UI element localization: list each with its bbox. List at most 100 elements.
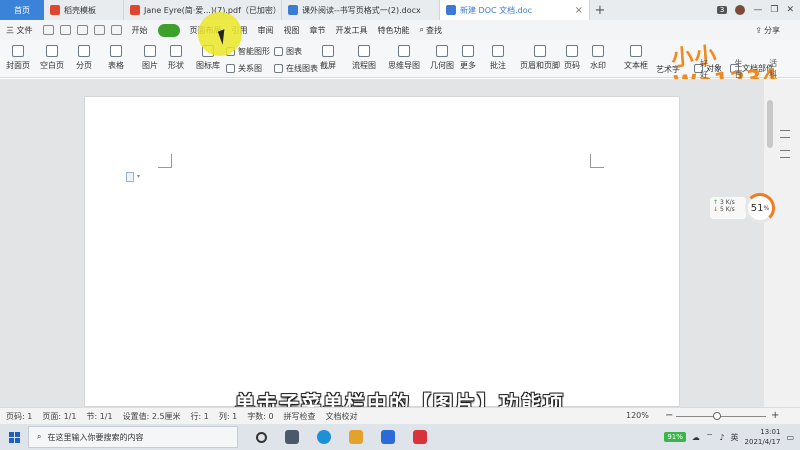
status-word-count[interactable]: 字数: 0	[247, 411, 273, 422]
online-chart-icon	[274, 64, 283, 73]
search-button[interactable]: ⌕ 查找	[420, 25, 442, 36]
cloud-icon[interactable]: ☁	[692, 433, 700, 442]
file-explorer-icon[interactable]	[349, 430, 363, 444]
undo-icon[interactable]	[93, 25, 105, 35]
blank-page-icon	[46, 45, 58, 57]
mindmap-icon	[398, 45, 410, 57]
zoom-slider-handle[interactable]	[712, 412, 721, 420]
tab-count-badge[interactable]: 3	[716, 6, 728, 14]
ribbon-blank-page[interactable]: 空白页	[40, 45, 64, 71]
tab-label: 稻壳模板	[64, 5, 96, 15]
relation-chart-icon	[226, 64, 235, 73]
menu-item-features[interactable]: 特色功能	[378, 25, 410, 36]
print-preview-icon[interactable]	[76, 25, 88, 35]
ribbon-geometry[interactable]: 几何图	[430, 45, 454, 71]
more-icon	[462, 45, 474, 57]
avatar[interactable]	[735, 5, 746, 15]
tab-docx-document[interactable]: 课外阅读--书写页格式一(2).docx	[282, 0, 440, 20]
upload-arrow-icon: ↑	[713, 199, 719, 206]
memory-usage-gauge[interactable]: 51%	[745, 193, 775, 223]
menu-item-start[interactable]: 开始	[132, 25, 148, 36]
ribbon-label: 截屏	[320, 61, 336, 70]
search-icon: ⌕	[37, 432, 42, 441]
minimize-icon[interactable]: —	[753, 5, 762, 15]
close-tab-icon[interactable]: ×	[571, 5, 583, 16]
doc-proofread[interactable]: 文档校对	[326, 411, 358, 422]
edge-browser-icon[interactable]	[317, 430, 331, 444]
menu-item-review[interactable]: 审阅	[258, 25, 274, 36]
status-col: 列: 1	[218, 411, 238, 421]
tab-docer-templates[interactable]: 稻壳模板	[44, 0, 124, 20]
tab-pdf-document[interactable]: Jane Eyre(简·爱...)(7).pdf（已加密）	[124, 0, 282, 20]
settings-sliders-icon[interactable]	[780, 130, 790, 138]
usage-percent: 51	[750, 202, 764, 214]
search-placeholder: 在这里输入你要搜索的内容	[47, 432, 144, 442]
maximize-icon[interactable]: ❐	[770, 5, 778, 15]
task-view-icon[interactable]	[285, 430, 299, 444]
ribbon-picture[interactable]: 图片	[142, 45, 158, 71]
start-button[interactable]	[0, 424, 28, 450]
close-window-icon[interactable]: ✕	[786, 5, 794, 15]
ribbon-flowchart[interactable]: 流程图	[352, 45, 376, 71]
zoom-slider[interactable]	[676, 416, 766, 417]
ribbon-header-footer[interactable]: 页眉和页脚	[520, 45, 560, 71]
cortana-icon[interactable]	[256, 431, 267, 443]
zoom-level[interactable]: 120%	[626, 411, 649, 420]
ribbon-screenshot[interactable]: 截屏	[320, 45, 336, 71]
ribbon-label: 智能图形	[238, 47, 270, 56]
ribbon-chart[interactable]: 图表	[274, 46, 302, 57]
redo-icon[interactable]	[110, 25, 122, 35]
menu-item-developer[interactable]: 开发工具	[336, 25, 368, 36]
ribbon-more[interactable]: 更多	[460, 45, 476, 71]
status-bar: 页码: 1 页面: 1/1 节: 1/1 设置值: 2.5厘米 行: 1 列: …	[0, 407, 800, 424]
print-icon[interactable]	[59, 25, 71, 35]
clock-date: 2021/4/17	[744, 438, 781, 446]
battery-indicator[interactable]: 91%	[664, 432, 686, 442]
notification-icon[interactable]: ▭	[786, 433, 794, 442]
paragraph-doc-icon[interactable]	[126, 172, 134, 182]
youdao-dict-icon[interactable]	[413, 430, 427, 444]
ribbon-online-chart[interactable]: 在线图表	[274, 63, 318, 74]
ribbon-textbox[interactable]: 文本框	[624, 45, 648, 71]
status-row: 行: 1	[190, 411, 209, 421]
ribbon-relation-chart[interactable]: 关系图	[226, 63, 262, 74]
new-tab-button[interactable]: +	[590, 0, 610, 20]
network-icon[interactable]: ⌔	[706, 432, 714, 442]
shape-icon	[170, 45, 182, 57]
logo-slogan: 好 生 活 好 百 科	[700, 59, 790, 79]
document-page[interactable]	[84, 96, 680, 407]
ribbon-cover-page[interactable]: 封面页	[6, 45, 30, 71]
zoom-out-button[interactable]: −	[665, 410, 673, 421]
clock[interactable]: 13:01 2021/4/17	[745, 427, 781, 447]
ribbon-shape[interactable]: 形状	[168, 45, 184, 71]
input-language[interactable]: 英	[731, 432, 739, 443]
menu-item-insert[interactable]	[157, 23, 180, 37]
search-icon: ⌕	[419, 25, 425, 34]
volume-icon[interactable]: ♪	[719, 433, 724, 442]
ribbon-watermark[interactable]: 水印	[590, 45, 606, 71]
ribbon-label: 图标库	[196, 61, 220, 70]
save-icon[interactable]	[42, 25, 54, 35]
ribbon-page-number[interactable]: 页码	[564, 45, 580, 71]
tab-new-doc[interactable]: 新建 DOC 文档.doc ×	[440, 0, 590, 20]
zoom-in-button[interactable]: +	[771, 410, 779, 421]
word-icon	[288, 5, 298, 15]
scrollbar-thumb[interactable]	[767, 100, 773, 148]
speed-unit: K/s	[725, 206, 735, 213]
file-menu[interactable]: 三 文件	[6, 25, 33, 36]
taskbar-search-input[interactable]: ⌕ 在这里输入你要搜索的内容	[28, 426, 238, 448]
ribbon-table[interactable]: 表格	[108, 45, 124, 71]
chevron-down-icon[interactable]: ▾	[137, 173, 140, 180]
watermark-icon	[592, 45, 604, 57]
pdf-icon	[130, 5, 140, 15]
wps-writer-icon[interactable]	[381, 430, 395, 444]
menu-item-section[interactable]: 章节	[310, 25, 326, 36]
ribbon-page-break[interactable]: 分页	[76, 45, 92, 71]
filter-icon[interactable]	[780, 150, 790, 158]
tab-home[interactable]: 首页	[0, 0, 44, 20]
ribbon-mindmap[interactable]: 思维导图	[388, 45, 420, 71]
menu-item-view[interactable]: 视图	[284, 25, 300, 36]
spell-check-toggle[interactable]: 拼写检查	[284, 411, 316, 422]
upload-speed: 3	[719, 199, 724, 206]
ribbon-comment[interactable]: 批注	[490, 45, 506, 71]
